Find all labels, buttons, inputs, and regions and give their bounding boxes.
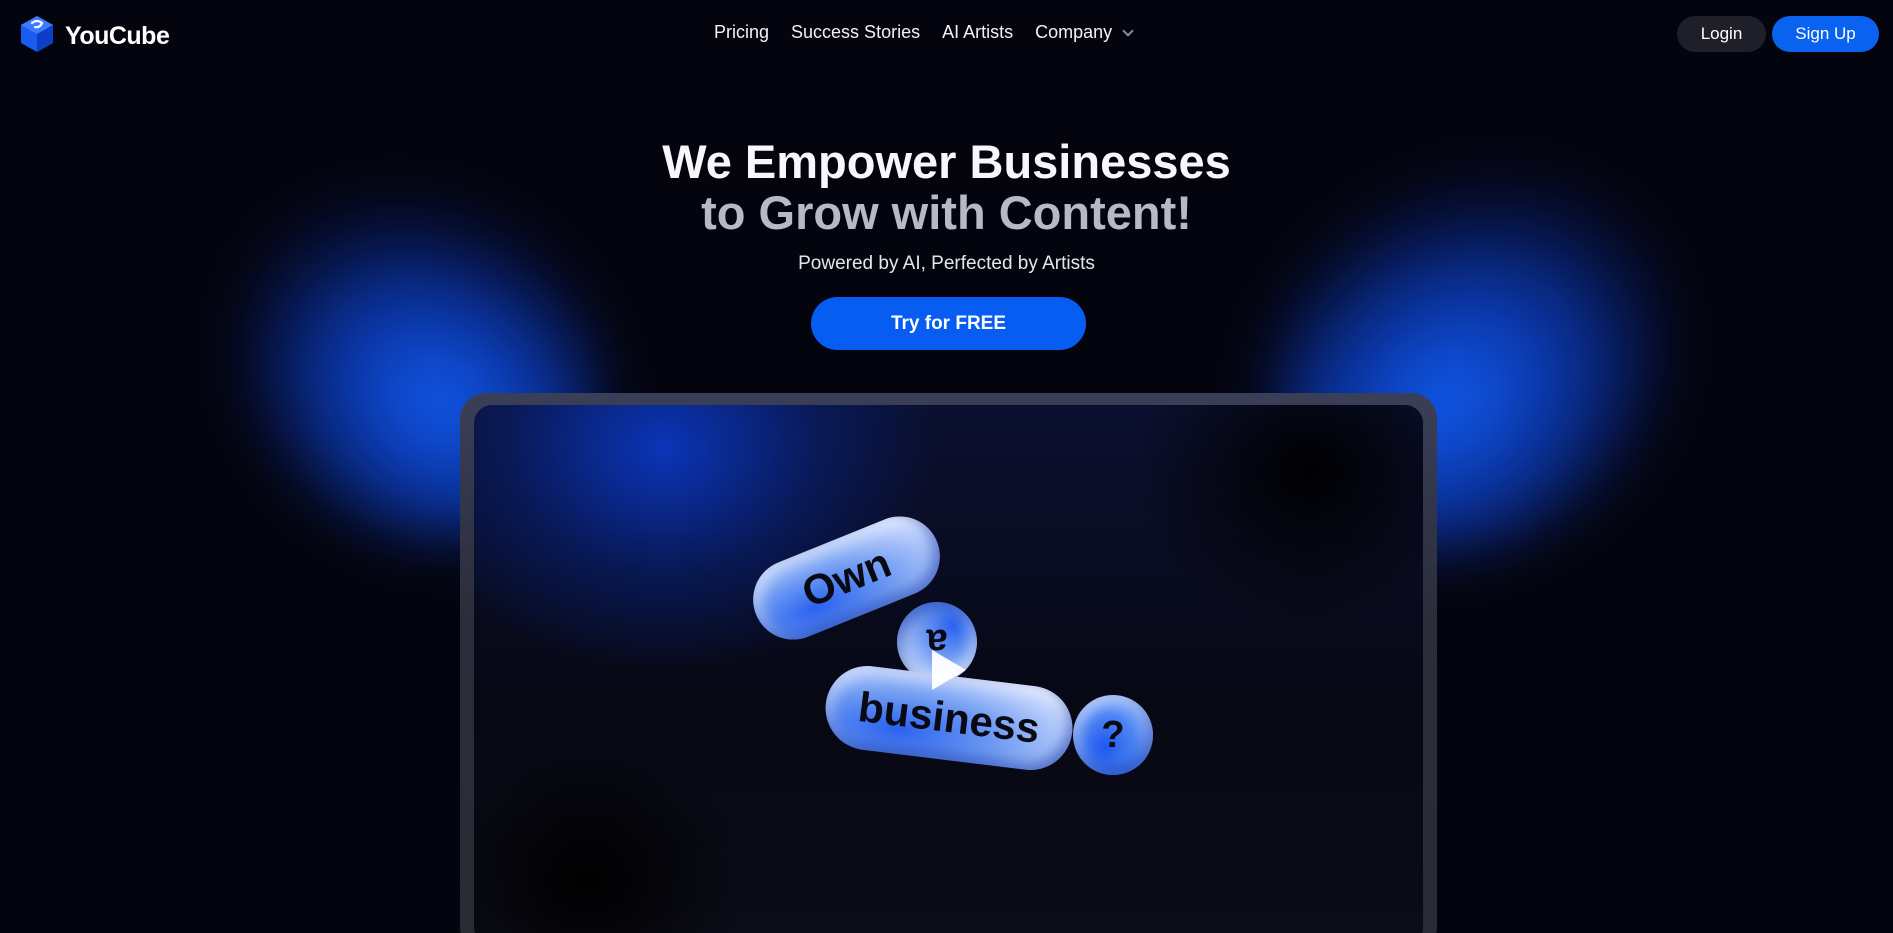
try-for-free-button[interactable]: Try for FREE: [811, 297, 1086, 350]
hero-title-line-2: to Grow with Content!: [701, 186, 1192, 239]
nav-pricing[interactable]: Pricing: [714, 22, 769, 43]
hero-title-line-1: We Empower Businesses: [662, 135, 1231, 188]
sign-up-button[interactable]: Sign Up: [1772, 16, 1879, 52]
chevron-down-icon: [1122, 24, 1134, 37]
hero-title: We Empower Businesses to Grow with Conte…: [0, 136, 1893, 238]
nav-company[interactable]: Company: [1035, 22, 1134, 43]
brand-logo[interactable]: YouCube: [19, 14, 170, 59]
video-player[interactable]: Own a business ?: [474, 405, 1423, 933]
landing-page: YouCube Pricing Success Stories AI Artis…: [0, 0, 1893, 933]
word-pill-question: ?: [1073, 695, 1153, 775]
site-header: YouCube Pricing Success Stories AI Artis…: [0, 0, 1893, 68]
nav-company-label: Company: [1035, 22, 1113, 42]
nav-success-stories[interactable]: Success Stories: [791, 22, 920, 43]
main-nav: Pricing Success Stories AI Artists Compa…: [714, 22, 1134, 43]
login-button[interactable]: Login: [1677, 16, 1766, 52]
nav-ai-artists[interactable]: AI Artists: [942, 22, 1013, 43]
cube-logo-icon: [19, 14, 55, 59]
play-icon[interactable]: [932, 650, 966, 690]
brand-name: YouCube: [65, 22, 170, 50]
hero-subtitle: Powered by AI, Perfected by Artists: [798, 253, 1095, 274]
